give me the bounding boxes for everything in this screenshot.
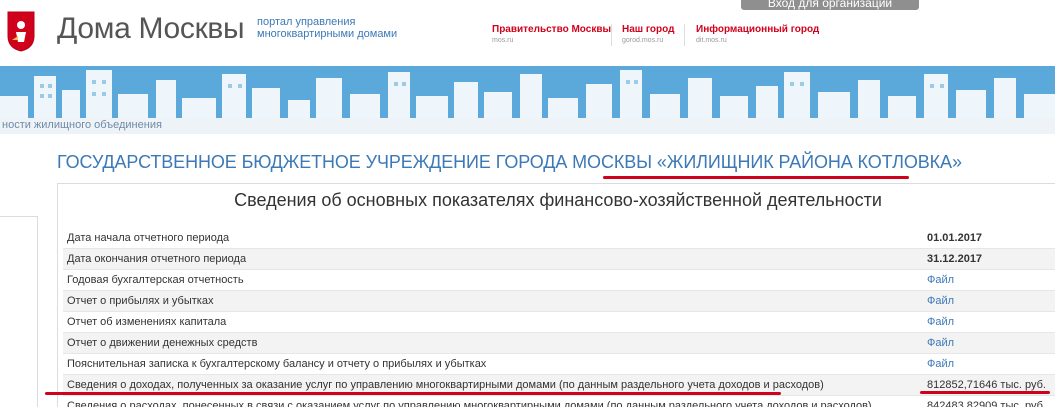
site-header: Дома Москвы портал управления многокварт… bbox=[0, 0, 1055, 66]
link-info-city[interactable]: Информационный город dit.mos.ru bbox=[696, 24, 819, 44]
breadcrumb[interactable]: ности жилищного объединения bbox=[2, 119, 162, 131]
row-value: 31.12.2017 bbox=[927, 253, 983, 265]
row-label: Дата окончания отчетного периода bbox=[67, 253, 247, 265]
row-label: Дата начала отчетного периода bbox=[67, 232, 230, 244]
highlight-underline bbox=[45, 392, 781, 395]
left-panel bbox=[0, 216, 38, 407]
indicators-table: Дата начала отчетного периода 01.01.2017… bbox=[63, 228, 1055, 407]
file-link[interactable]: Файл bbox=[927, 291, 954, 311]
link-government-url: mos.ru bbox=[492, 37, 514, 44]
highlight-underline bbox=[920, 391, 1050, 394]
link-our-city-label: Наш город bbox=[622, 24, 675, 35]
login-button[interactable]: Вход для организации bbox=[741, 0, 919, 10]
table-row: Сведения о расходах, понесенных в связи … bbox=[63, 396, 1055, 407]
file-link[interactable]: Файл bbox=[927, 312, 954, 332]
card-title: Сведения об основных показателях финансо… bbox=[234, 190, 882, 210]
link-government-label: Правительство Москвы bbox=[492, 24, 612, 35]
link-our-city-url: gorod.mos.ru bbox=[622, 37, 664, 44]
organization-name: «ЖИЛИЩНИК РАЙОНА КОТЛОВКА» bbox=[656, 152, 962, 172]
link-our-city[interactable]: Наш город gorod.mos.ru bbox=[622, 24, 674, 44]
row-label: Пояснительная записка к бухгалтерскому б… bbox=[67, 358, 487, 370]
link-info-city-label: Информационный город bbox=[696, 24, 820, 35]
moscow-crest-icon[interactable] bbox=[6, 10, 36, 52]
table-row: Отчет о прибылях и убытках Файл bbox=[63, 291, 1055, 312]
row-label: Сведения о расходах, понесенных в связи … bbox=[67, 400, 872, 407]
site-subtitle: портал управления многоквартирными домам… bbox=[257, 16, 398, 40]
link-info-city-url: dit.mos.ru bbox=[696, 37, 727, 44]
table-row: Отчет о движении денежных средств Файл bbox=[63, 333, 1055, 354]
highlight-underline bbox=[603, 176, 909, 179]
link-government[interactable]: Правительство Москвы mos.ru bbox=[492, 24, 611, 44]
row-label: Отчет об изменениях капитала bbox=[67, 316, 227, 328]
row-label: Отчет о прибылях и убытках bbox=[67, 295, 214, 307]
organization-title-prefix: ГОСУДАРСТВЕННОЕ БЮДЖЕТНОЕ УЧРЕЖДЕНИЕ ГОР… bbox=[57, 152, 657, 172]
organization-title: ГОСУДАРСТВЕННОЕ БЮДЖЕТНОЕ УЧРЕЖДЕНИЕ ГОР… bbox=[57, 152, 962, 173]
row-label: Отчет о движении денежных средств bbox=[67, 337, 258, 349]
header-divider bbox=[684, 24, 685, 46]
table-row: Отчет об изменениях капитала Файл bbox=[63, 312, 1055, 333]
financial-indicators-card: Сведения об основных показателях финансо… bbox=[57, 183, 1055, 407]
table-row: Дата окончания отчетного периода 31.12.2… bbox=[63, 249, 1055, 270]
file-link[interactable]: Файл bbox=[927, 270, 954, 290]
row-value: 842483,82909 тыс. руб. bbox=[927, 400, 1046, 407]
header-divider bbox=[611, 24, 612, 46]
table-row: Дата начала отчетного периода 01.01.2017 bbox=[63, 228, 1055, 249]
row-label: Годовая бухгалтерская отчетность bbox=[67, 274, 244, 286]
table-row: Пояснительная записка к бухгалтерскому б… bbox=[63, 354, 1055, 375]
row-value: 01.01.2017 bbox=[927, 232, 983, 244]
table-row: Годовая бухгалтерская отчетность Файл bbox=[63, 270, 1055, 291]
file-link[interactable]: Файл bbox=[927, 333, 954, 353]
site-title[interactable]: Дома Москвы bbox=[57, 12, 245, 46]
file-link[interactable]: Файл bbox=[927, 354, 954, 374]
